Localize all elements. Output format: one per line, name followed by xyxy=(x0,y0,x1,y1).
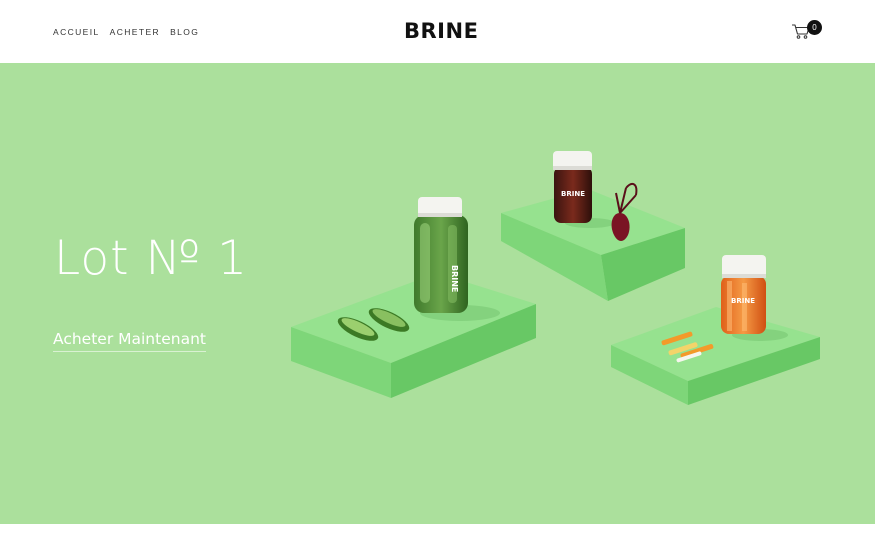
brand-logo[interactable]: BRINE xyxy=(404,19,478,44)
nav-item-blog[interactable]: BLOG xyxy=(170,27,199,37)
page-bottom-area xyxy=(0,524,875,558)
hero-title: Lot № 1 xyxy=(54,231,249,286)
pedestal-left xyxy=(291,273,536,398)
svg-text:BRINE: BRINE xyxy=(731,297,755,305)
main-nav: ACCUEIL ACHETER BLOG xyxy=(53,27,199,37)
svg-text:BRINE: BRINE xyxy=(561,190,585,198)
hero-banner: BRINE BRINE BRINE Lot № 1 Acheter Mainte… xyxy=(0,63,875,524)
pickle-jar: BRINE xyxy=(414,197,468,313)
nav-item-acheter[interactable]: ACHETER xyxy=(110,27,160,37)
pedestal-top xyxy=(501,189,685,301)
cart-count-badge: 0 xyxy=(807,20,822,35)
beet-jar: BRINE xyxy=(553,151,592,223)
cart-button[interactable]: 0 xyxy=(791,20,825,42)
svg-text:BRINE: BRINE xyxy=(450,265,459,292)
nav-item-accueil[interactable]: ACCUEIL xyxy=(53,27,100,37)
site-header: ACCUEIL ACHETER BLOG BRINE 0 xyxy=(0,0,875,63)
shop-now-link[interactable]: Acheter Maintenant xyxy=(53,330,206,352)
pedestal-right xyxy=(611,307,820,405)
carrot-jar: BRINE xyxy=(721,255,766,334)
hero-product-image: BRINE BRINE BRINE xyxy=(291,151,820,405)
